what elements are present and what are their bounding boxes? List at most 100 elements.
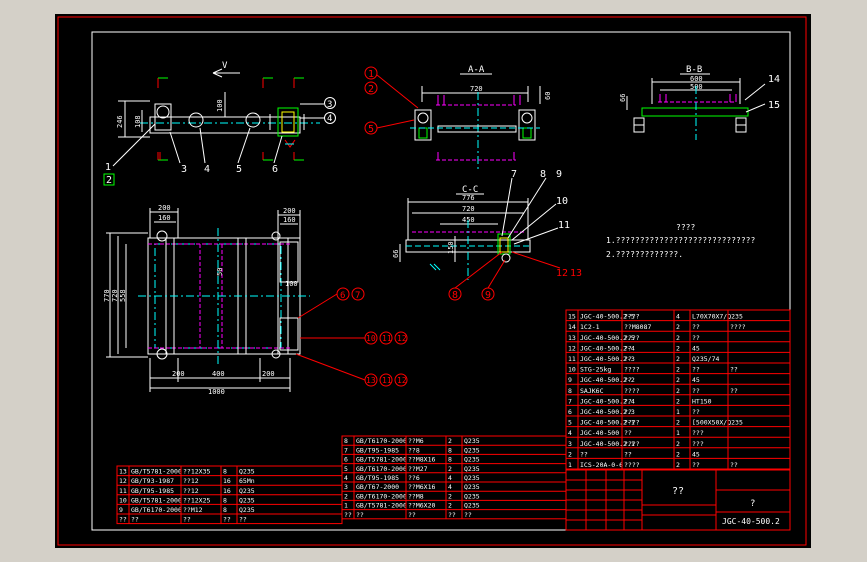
notes-line-1: 1.?????????????????????????????: [606, 236, 755, 245]
svg-text:11: 11: [558, 220, 570, 231]
notes-title: ????: [676, 223, 695, 232]
svg-text:1000: 1000: [208, 388, 225, 396]
svg-text:10: 10: [556, 196, 568, 207]
svg-text:200: 200: [158, 204, 171, 212]
table-cell: 10: [119, 496, 127, 504]
svg-text:720: 720: [462, 205, 475, 213]
table-cell: GB/T67-2000: [356, 483, 399, 491]
table-cell: 14: [568, 323, 576, 331]
table-cell: 16: [223, 477, 231, 485]
table-cell: 9: [119, 506, 123, 514]
table-cell: GB/T93-1987: [131, 477, 174, 485]
table-cell: 2: [676, 355, 680, 363]
table-cell: 8: [344, 437, 348, 445]
table-cell: 11: [568, 355, 576, 363]
table-cell: 2: [676, 344, 680, 352]
table-cell: 8: [568, 387, 572, 395]
table-cell: 8: [223, 496, 227, 504]
svg-text:160: 160: [283, 216, 296, 224]
table-cell: Q235: [464, 446, 480, 454]
table-cell: ??M6: [408, 437, 424, 445]
svg-text:8: 8: [452, 290, 458, 301]
table-cell: ??: [692, 408, 700, 416]
table-cell: GB/T5781-2000: [356, 502, 407, 510]
svg-text:200: 200: [262, 370, 275, 378]
table-cell: ??M6X20: [408, 502, 435, 510]
svg-text:7: 7: [511, 169, 517, 180]
table-cell: ????: [624, 387, 640, 395]
table-cell: ??: [624, 450, 632, 458]
svg-text:50: 50: [216, 268, 224, 276]
table-cell: ??: [624, 355, 632, 363]
svg-text:3: 3: [181, 164, 187, 175]
table-header-cell: ??: [356, 511, 364, 519]
table-cell: 2: [676, 334, 680, 342]
table-cell: Q235: [464, 465, 480, 473]
table-cell: 13: [568, 334, 576, 342]
svg-text:12: 12: [556, 268, 568, 279]
table-cell: ????: [624, 334, 640, 342]
svg-text:5: 5: [236, 164, 242, 175]
table-cell: Q235: [239, 496, 255, 504]
table-cell: 1: [344, 502, 348, 510]
table-cell: ??: [692, 387, 700, 395]
title-block-name: ??: [672, 486, 684, 497]
table-cell: ??: [692, 334, 700, 342]
table-cell: ??12: [183, 477, 199, 485]
table-cell: 45: [692, 344, 700, 352]
table-cell: ??M8087: [624, 323, 651, 331]
table-cell: 45: [692, 450, 700, 458]
table-cell: 2: [448, 437, 452, 445]
table-cell: 2: [676, 440, 680, 448]
table-cell: Q235: [464, 474, 480, 482]
table-cell: 6: [344, 456, 348, 464]
table-cell: ???: [692, 440, 704, 448]
svg-text:15: 15: [768, 100, 780, 111]
table-cell: ??12X25: [183, 496, 210, 504]
table-cell: Q235: [239, 468, 255, 476]
table-cell: GB/T6170-2000: [356, 465, 407, 473]
table-header: ??????????: [344, 511, 472, 519]
svg-text:13: 13: [366, 376, 376, 385]
svg-text:600: 600: [690, 75, 703, 83]
table-header-cell: ??: [223, 516, 231, 524]
table-cell: Q235: [464, 483, 480, 491]
table-cell: 45: [692, 376, 700, 384]
table-cell: GB/T5781-2000: [131, 468, 182, 476]
table-cell: 2: [676, 419, 680, 427]
svg-text:2: 2: [368, 84, 374, 95]
table-cell: 3: [568, 440, 572, 448]
table-cell: HT150: [692, 397, 712, 405]
table-cell: ??8: [408, 446, 420, 454]
table-cell: 1: [568, 461, 572, 469]
table-cell: 4: [448, 474, 452, 482]
table-cell: ??M27: [408, 465, 428, 473]
svg-text:3: 3: [327, 100, 332, 110]
table-header-cell: ??: [464, 511, 472, 519]
table-cell: ??6: [408, 474, 420, 482]
svg-text:720: 720: [470, 85, 483, 93]
svg-text:14: 14: [768, 74, 780, 85]
svg-text:1: 1: [368, 69, 374, 80]
table-cell: ??: [624, 397, 632, 405]
table-cell: ??: [692, 366, 700, 374]
notes-line-2: 2.?????????????.: [606, 250, 683, 259]
table-header-cell: ??: [344, 511, 352, 519]
svg-text:8: 8: [540, 169, 546, 180]
table-header-cell: ??: [448, 511, 456, 519]
table-cell: ??: [692, 461, 700, 469]
svg-text:160: 160: [158, 214, 171, 222]
table-cell: GB/T6170-2000: [131, 506, 182, 514]
svg-text:6: 6: [340, 291, 345, 301]
table-cell: ??: [730, 461, 738, 469]
svg-text:66: 66: [619, 94, 627, 102]
svg-text:6: 6: [272, 164, 278, 175]
table-cell: 2: [676, 376, 680, 384]
svg-text:2: 2: [106, 175, 112, 186]
svg-text:246: 246: [116, 115, 124, 128]
table-cell: 12: [119, 477, 127, 485]
table-cell: 5: [344, 465, 348, 473]
table-cell: 15: [568, 313, 576, 321]
svg-text:9: 9: [556, 169, 562, 180]
table-cell: 4: [344, 474, 348, 482]
